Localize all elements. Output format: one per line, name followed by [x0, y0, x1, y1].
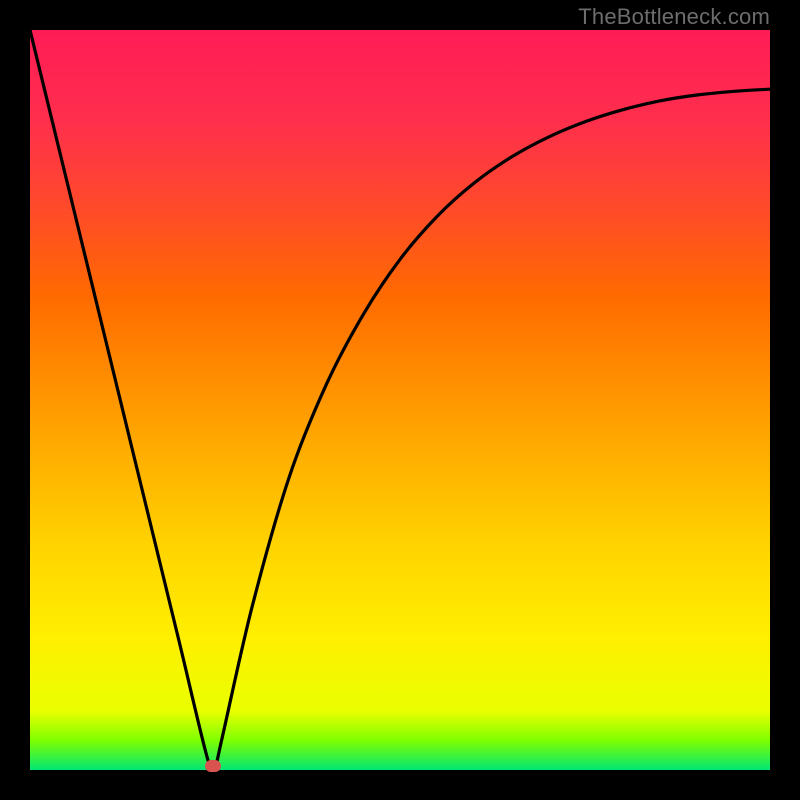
bottleneck-curve	[30, 30, 770, 770]
plot-area	[30, 30, 770, 770]
minimum-marker	[205, 760, 221, 772]
chart-container: TheBottleneck.com	[0, 0, 800, 800]
attribution-label: TheBottleneck.com	[578, 4, 770, 30]
curve-svg	[30, 30, 770, 770]
